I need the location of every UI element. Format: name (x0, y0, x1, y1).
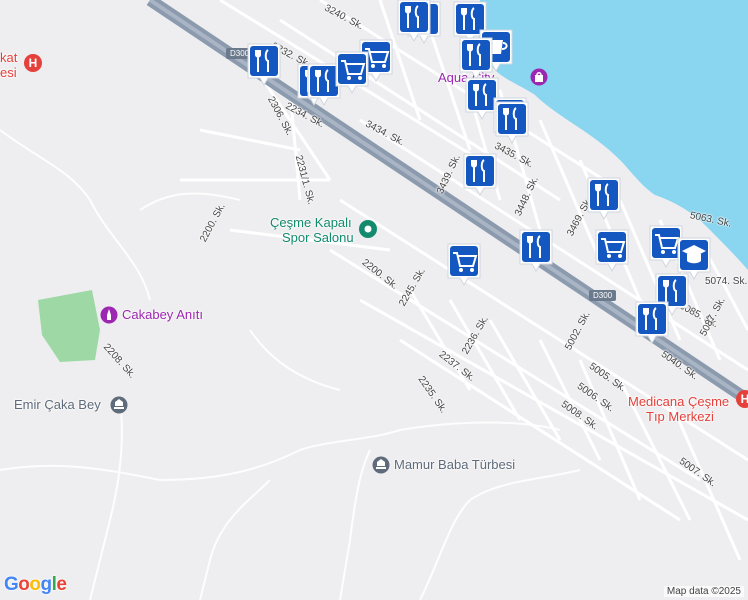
restaurant-icon (397, 0, 431, 43)
restaurant-marker[interactable] (634, 300, 670, 345)
hospital-icon: H (24, 54, 42, 72)
restaurant-icon (587, 177, 621, 221)
restaurant-marker[interactable] (462, 152, 498, 197)
restaurant-icon (463, 153, 497, 197)
place-label: Tıp Merkezi (646, 409, 714, 424)
place-label: kat (0, 50, 18, 65)
map-attribution: Map data ©2025 (663, 586, 744, 597)
monument-icon (100, 306, 118, 324)
restaurant-marker[interactable] (494, 100, 530, 145)
restaurant-marker[interactable] (518, 228, 554, 273)
place-label: Medicana Çeşme (628, 394, 730, 409)
shopping-icon (530, 68, 548, 86)
google-logo: Google (4, 574, 67, 595)
restaurant-marker[interactable] (396, 0, 432, 43)
shopping-cart-marker[interactable] (594, 228, 630, 273)
restaurant-icon (519, 229, 553, 273)
hospital-icon: H (736, 390, 748, 408)
place-label: Emir Çaka Bey (14, 397, 101, 412)
restaurant-icon (247, 43, 281, 87)
place-label: esi (0, 65, 17, 80)
restaurant-icon (495, 101, 529, 145)
restaurant-icon (635, 301, 669, 345)
restaurant-marker[interactable] (246, 42, 282, 87)
map-canvas[interactable]: D300 D300 3240. Sk. 3232. Sk. 3434. Sk. … (0, 0, 748, 600)
landmark-icon (110, 396, 128, 414)
shopping-cart-icon (335, 51, 369, 95)
restaurant-marker[interactable] (458, 36, 494, 81)
place-label: Cakabey Anıtı (122, 307, 203, 322)
shopping-cart-icon (595, 229, 629, 273)
shopping-cart-icon (447, 243, 481, 287)
shopping-cart-marker[interactable] (334, 50, 370, 95)
shopping-cart-marker[interactable] (446, 242, 482, 287)
place-label: Çeşme Kapalı (270, 215, 352, 230)
park-marker-icon (359, 220, 377, 238)
restaurant-icon (459, 37, 493, 81)
place-label: Spor Salonu (282, 230, 354, 245)
restaurant-marker[interactable] (586, 176, 622, 221)
highway-shield: D300 (589, 290, 617, 301)
landmark-icon (372, 456, 390, 474)
place-label: Mamur Baba Türbesi (394, 457, 516, 472)
